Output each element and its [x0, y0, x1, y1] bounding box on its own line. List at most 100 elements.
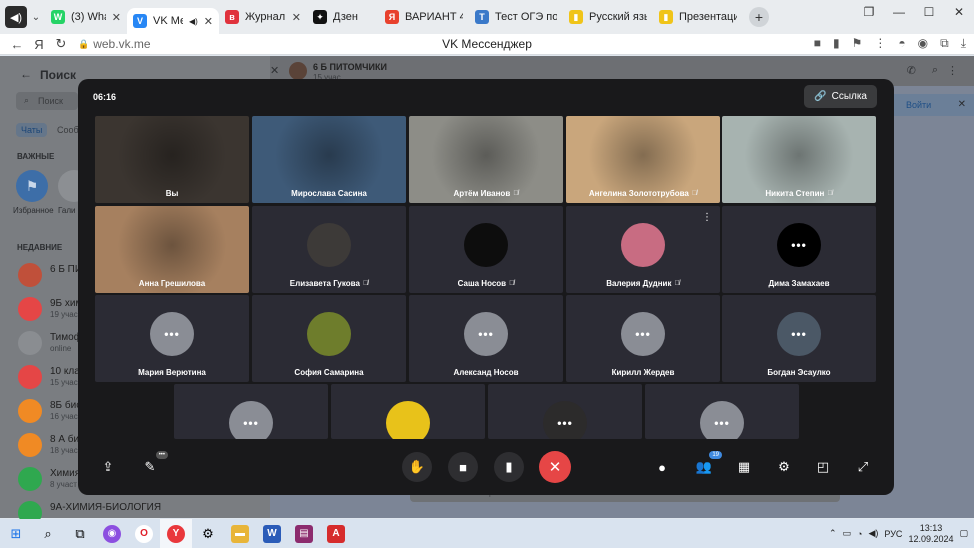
- settings-gear-icon[interactable]: ⚙: [192, 519, 224, 548]
- filter-chats[interactable]: Чаты: [16, 123, 48, 137]
- reload-icon[interactable]: ↻: [50, 36, 72, 52]
- effects-icon[interactable]: ✎ •••: [140, 451, 168, 477]
- bookmark-icon[interactable]: ⚑: [852, 36, 863, 51]
- opera-icon[interactable]: O: [128, 519, 160, 548]
- participants-icon[interactable]: 👥 19: [694, 451, 722, 477]
- video-camera-icon[interactable]: ■: [814, 36, 821, 51]
- microphone-icon[interactable]: ▮: [494, 452, 524, 482]
- downloads-icon[interactable]: ⤓: [961, 36, 966, 51]
- browser-tab[interactable]: ▮ Русский язык 9: [563, 4, 653, 30]
- raise-hand-icon[interactable]: ✋: [402, 452, 432, 482]
- tabs-icon[interactable]: ⧉: [940, 36, 949, 51]
- participant-tile[interactable]: ••• Дима Замахаев: [722, 206, 876, 293]
- participant-name-row: Дима Замахаев: [722, 279, 876, 288]
- clock[interactable]: 13:13 12.09.2024: [908, 523, 953, 545]
- participant-tile[interactable]: ••• Александ Носов: [409, 295, 563, 382]
- close-banner-icon[interactable]: ✕: [958, 99, 966, 110]
- participant-tile[interactable]: ⋮ Валерия Дудник 🎙̸: [566, 206, 720, 293]
- browser-tab[interactable]: ▮ Презентация к: [653, 4, 743, 30]
- task-view-icon[interactable]: ⧉: [64, 519, 96, 548]
- winrar-icon[interactable]: ▤: [288, 519, 320, 548]
- url-field[interactable]: 🔒 web.vk.me: [78, 37, 151, 51]
- notifications-icon[interactable]: ▢: [959, 528, 968, 539]
- yandex-icon[interactable]: Я: [28, 37, 50, 52]
- tab-close-icon[interactable]: ✕: [112, 11, 121, 24]
- file-explorer-icon[interactable]: ▬: [224, 519, 256, 548]
- participant-tile[interactable]: ••• Кирилл Жердев: [566, 295, 720, 382]
- participant-tile[interactable]: •••: [174, 384, 328, 439]
- phone-icon[interactable]: ✆: [907, 64, 916, 77]
- browser-tab[interactable]: T Тест ОГЭ по рус: [469, 4, 563, 30]
- search-chat-icon[interactable]: ⌕: [932, 64, 938, 77]
- chat-icon[interactable]: ●: [652, 457, 672, 477]
- word-icon[interactable]: W: [256, 519, 288, 548]
- minimize-button[interactable]: —: [884, 0, 914, 24]
- battery-icon[interactable]: ▭: [843, 528, 852, 539]
- participant-tile[interactable]: Саша Носов 🎙̸: [409, 206, 563, 293]
- volume-icon[interactable]: ◀): [868, 528, 878, 539]
- close-chat-icon[interactable]: ✕: [270, 64, 279, 77]
- speaker-icon[interactable]: ◀): [5, 6, 27, 28]
- back-icon[interactable]: ←: [6, 37, 28, 52]
- language-indicator[interactable]: РУС: [884, 529, 902, 539]
- filter-messages[interactable]: Сооб: [57, 125, 79, 135]
- search-icon[interactable]: ⌕: [32, 519, 64, 548]
- favorites-label: Избранное: [13, 206, 54, 215]
- camera-icon[interactable]: ■: [448, 452, 478, 482]
- windows-start-icon[interactable]: ⊞: [0, 519, 32, 548]
- copy-link-label: Ссылка: [831, 91, 867, 102]
- more-icon[interactable]: ⋮: [874, 36, 886, 51]
- participant-tile[interactable]: Анна Грешилова: [95, 206, 249, 293]
- participant-tile[interactable]: •••: [645, 384, 799, 439]
- participant-tile[interactable]: ••• Богдан Эсаулко: [722, 295, 876, 382]
- layout-icon[interactable]: ▦: [734, 457, 754, 477]
- participant-tile[interactable]: Елизавета Гукова 🎙̸: [252, 206, 406, 293]
- browser-tab[interactable]: ✦ Дзен: [307, 4, 379, 30]
- tab-close-icon[interactable]: ✕: [292, 11, 301, 24]
- loading-dots-icon: •••: [791, 238, 807, 252]
- tile-menu-icon[interactable]: ⋮: [702, 212, 712, 223]
- favorites-icon[interactable]: ⚑: [16, 170, 48, 202]
- profile-icon[interactable]: ◉: [918, 36, 928, 51]
- participant-tile[interactable]: Мирослава Сасина: [252, 116, 406, 203]
- extension-icon[interactable]: ◓: [898, 36, 905, 51]
- alice-icon[interactable]: ◉: [96, 519, 128, 548]
- picture-in-picture-icon[interactable]: ◰: [813, 457, 833, 477]
- yandex-browser-icon[interactable]: Y: [160, 519, 192, 548]
- pdf-reader-icon[interactable]: A: [320, 519, 352, 548]
- participant-tile[interactable]: •••: [488, 384, 642, 439]
- chevron-up-icon[interactable]: ⌃: [829, 528, 837, 539]
- fullscreen-icon[interactable]: ⤢: [853, 457, 873, 477]
- browser-tab[interactable]: W (3) WhatsApp ✕: [45, 4, 127, 30]
- link-icon: 🔗: [814, 91, 827, 102]
- participant-tile[interactable]: Никита Степин 🎙̸: [722, 116, 876, 203]
- chevron-down-icon[interactable]: ⌄: [27, 6, 45, 28]
- participant-tile[interactable]: [331, 384, 485, 439]
- participant-tile[interactable]: Ангелина Золототрубова 🎙̸: [566, 116, 720, 203]
- chat-menu-icon[interactable]: ⋮: [947, 64, 958, 77]
- participant-tile[interactable]: София Самарина: [252, 295, 406, 382]
- settings-icon[interactable]: ⚙: [774, 457, 794, 477]
- browser-tab[interactable]: V VK Мессен ◀) ✕: [127, 8, 219, 34]
- participant-tile[interactable]: ••• Мария Верютина: [95, 295, 249, 382]
- chat-avatar: [289, 62, 307, 80]
- screen-share-icon[interactable]: ⇪: [98, 457, 118, 477]
- end-call-icon[interactable]: ✕: [539, 451, 571, 483]
- browser-tab[interactable]: в Журнал — 9б ✕: [219, 4, 307, 30]
- browser-tab[interactable]: Я ВАРИАНТ 4. (1): [379, 4, 469, 30]
- new-tab-button[interactable]: +: [749, 7, 769, 27]
- tab-close-icon[interactable]: ✕: [204, 15, 213, 28]
- participant-tile[interactable]: Вы: [95, 116, 249, 203]
- join-button[interactable]: Войти: [906, 100, 931, 110]
- mic-icon[interactable]: ▮: [833, 36, 840, 51]
- test-icon: T: [475, 10, 489, 24]
- copy-link-button[interactable]: 🔗 Ссылка: [804, 85, 877, 108]
- tab-audio-icon[interactable]: ◀): [189, 17, 198, 26]
- search-input[interactable]: ⌕ Поиск: [16, 92, 78, 110]
- collections-icon[interactable]: ❐: [854, 0, 884, 24]
- back-arrow-icon[interactable]: ←: [20, 67, 32, 81]
- network-icon[interactable]: ◔: [857, 529, 862, 539]
- close-window-button[interactable]: ✕: [944, 0, 974, 24]
- maximize-button[interactable]: ☐: [914, 0, 944, 24]
- participant-tile[interactable]: Артём Иванов 🎙̸: [409, 116, 563, 203]
